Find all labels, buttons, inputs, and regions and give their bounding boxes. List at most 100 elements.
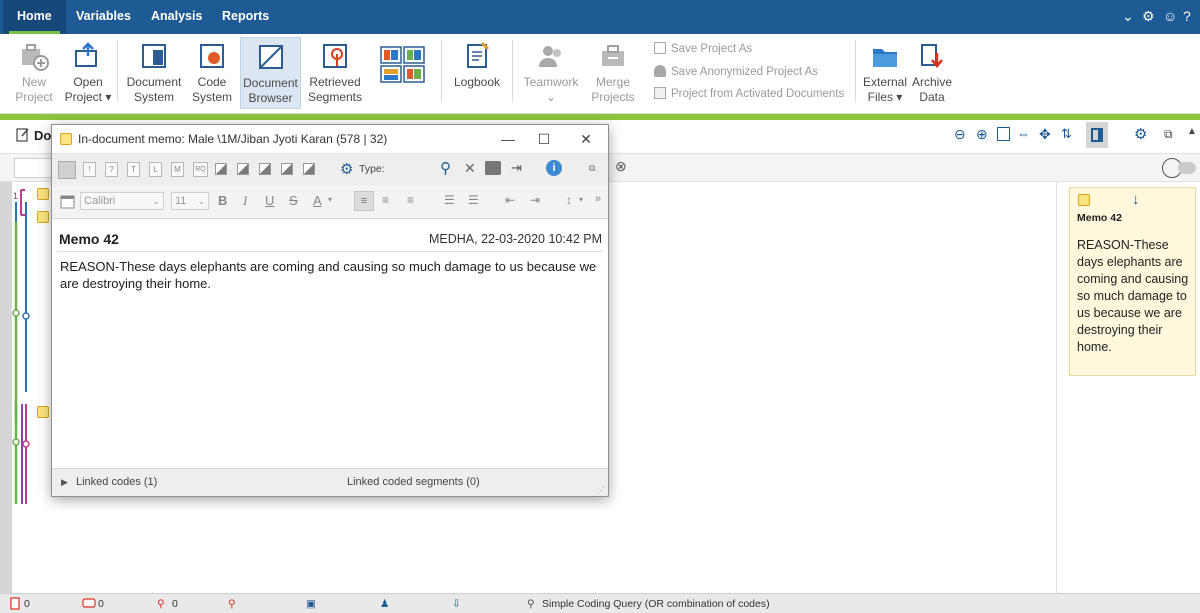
chevron-down-icon[interactable]: ⌄	[1122, 8, 1134, 24]
smiley-icon[interactable]: ☺	[1163, 8, 1177, 24]
export-icon[interactable]: ⇩	[452, 597, 461, 611]
chevron-down-icon[interactable]: ▾	[579, 195, 583, 204]
close-button[interactable]: ✕	[566, 129, 606, 149]
info-icon[interactable]: i	[546, 160, 562, 176]
outdent-button[interactable]: ⇤	[505, 193, 515, 207]
more-icon[interactable]: »	[595, 193, 601, 205]
memo-type-l[interactable]: L	[149, 162, 162, 177]
save-project-as-button[interactable]: Save Project As	[654, 40, 752, 58]
bold-button[interactable]: B	[218, 193, 227, 208]
pin-icon[interactable]: ⧉	[589, 163, 595, 174]
minimize-button[interactable]: —	[488, 129, 528, 149]
tab-analysis[interactable]: Analysis	[137, 0, 216, 34]
resize-grip-icon[interactable]: ⋰	[597, 486, 605, 495]
memo-window-titlebar[interactable]: In-document memo: Male \1M/Jiban Jyoti K…	[52, 125, 608, 153]
linked-codes-label[interactable]: Linked codes (1)	[76, 476, 157, 488]
memo-type-m[interactable]: M	[171, 162, 184, 177]
indent-button[interactable]: ⇥	[530, 193, 540, 207]
tab-variables[interactable]: Variables	[62, 0, 145, 34]
font-color-button[interactable]: A	[313, 193, 322, 208]
code-system-icon	[200, 44, 224, 68]
bullet-list-button[interactable]: ☰	[444, 193, 455, 207]
open-project-button[interactable]: Open Project ▾	[62, 37, 114, 109]
align-left-button[interactable]: ≡	[354, 191, 374, 211]
browser-combo[interactable]	[14, 158, 54, 178]
memo-text-editor[interactable]: REASON-These days elephants are coming a…	[60, 258, 605, 292]
archive-data-button[interactable]: Archive Data	[910, 37, 954, 109]
project-from-activated-button[interactable]: Project from Activated Documents	[654, 85, 844, 103]
zoom-in-icon[interactable]: ⊕	[976, 126, 988, 143]
font-size-select[interactable]: 11 ⌄	[171, 192, 209, 210]
memo-type-rq[interactable]: RQ	[193, 162, 208, 177]
underline-button[interactable]: U	[265, 193, 274, 208]
memo-type-triangle[interactable]	[303, 163, 315, 175]
align-right-button[interactable]: ≡	[407, 193, 414, 207]
fit-page-icon[interactable]: ✥	[1039, 126, 1051, 143]
fit-width-icon[interactable]: ⇔	[1017, 126, 1030, 141]
teamwork-button[interactable]: Teamwork ⌄	[520, 37, 582, 109]
logbook-button[interactable]: Logbook	[448, 37, 506, 109]
retrieved-segments-button[interactable]: Retrieved Segments	[305, 37, 365, 109]
memo-type-triangle[interactable]	[237, 163, 249, 175]
coding-query-label[interactable]: Simple Coding Query (OR combination of c…	[542, 597, 770, 611]
svg-text:1: 1	[13, 191, 18, 201]
zoom-out-icon[interactable]: ⊖	[954, 126, 966, 143]
font-family-select[interactable]: Calibri ⌄	[80, 192, 164, 210]
linked-segments-label[interactable]: Linked coded segments (0)	[347, 476, 480, 488]
memo-icon[interactable]	[37, 406, 49, 418]
panel-toggle-button[interactable]	[1086, 122, 1108, 148]
italic-button[interactable]: I	[243, 193, 247, 209]
save-anonymized-button[interactable]: Save Anonymized Project As	[654, 63, 818, 81]
help-icon[interactable]: ?	[1183, 8, 1191, 24]
memo-type-question[interactable]: ?	[105, 162, 118, 177]
memo-card[interactable]: ↓ Memo 42 REASON-These days elephants ar…	[1069, 187, 1196, 376]
new-project-button[interactable]: New Project	[8, 37, 60, 109]
code-system-button[interactable]: Code System	[188, 37, 236, 109]
clear-highlight-icon[interactable]: ⊗	[615, 158, 627, 175]
external-files-button[interactable]: External Files ▾	[861, 37, 909, 109]
memo-type-triangle[interactable]	[259, 163, 271, 175]
status-bar: 0 0 ⚲ 0 ⚲ ▣ ♟ ⇩ ⚲ Simple Coding Query (O…	[0, 593, 1200, 613]
left-scroll-strip	[0, 182, 12, 593]
maximize-button[interactable]: ☐	[524, 129, 564, 149]
percent-icon[interactable]	[997, 127, 1010, 141]
numbered-list-button[interactable]: ☰	[468, 193, 479, 207]
memo-window[interactable]: In-document memo: Male \1M/Jiban Jyoti K…	[51, 124, 609, 497]
memo-title[interactable]: Memo 42	[59, 231, 119, 247]
gear-icon[interactable]: ⚙	[1134, 125, 1147, 143]
line-spacing-button[interactable]: ↕	[566, 193, 572, 207]
document-system-button[interactable]: Document System	[122, 37, 186, 109]
tab-home[interactable]: Home	[3, 0, 66, 34]
external-files-label-2: Files ▾	[867, 90, 903, 104]
memo-icon[interactable]	[37, 211, 49, 223]
export-icon[interactable]: ⇥	[511, 160, 522, 176]
memo-type-triangle[interactable]	[281, 163, 293, 175]
document-set-icon[interactable]: ▣	[306, 597, 316, 611]
memo-type-default[interactable]	[58, 161, 76, 179]
align-center-button[interactable]: ≡	[382, 193, 389, 207]
memo-type-triangle[interactable]	[215, 163, 227, 175]
gear-icon[interactable]: ⚙	[1142, 8, 1155, 24]
gear-icon[interactable]: ⚙	[340, 160, 353, 178]
edit-mode-toggle[interactable]	[1178, 162, 1196, 174]
chevron-down-icon[interactable]: ▾	[328, 195, 332, 204]
arrow-down-icon[interactable]: ↓	[1132, 191, 1140, 208]
delete-icon[interactable]: ✕	[464, 160, 476, 177]
search-icon[interactable]: ⚲	[440, 159, 451, 177]
document-browser-button[interactable]: Document Browser	[240, 37, 301, 109]
code-link-icon[interactable]: ⚲	[228, 597, 236, 611]
collapse-icon[interactable]: ▲	[1187, 126, 1197, 137]
memo-type-t[interactable]: T	[127, 162, 140, 177]
sort-icon[interactable]: ⇅	[1061, 126, 1072, 142]
calendar-icon[interactable]	[60, 194, 75, 209]
strikethrough-button[interactable]: S	[289, 193, 298, 208]
tab-reports[interactable]: Reports	[208, 0, 283, 34]
merge-projects-button[interactable]: Merge Projects	[586, 37, 640, 109]
memo-icon[interactable]	[37, 188, 49, 200]
user-icon[interactable]: ♟	[380, 597, 389, 611]
restore-window-icon[interactable]: ⧉	[1164, 127, 1173, 142]
expand-icon[interactable]: ▶	[61, 477, 68, 488]
layout-grid-button[interactable]	[372, 37, 432, 109]
memo-type-exclamation[interactable]: !	[83, 162, 96, 177]
print-icon[interactable]	[485, 161, 501, 175]
